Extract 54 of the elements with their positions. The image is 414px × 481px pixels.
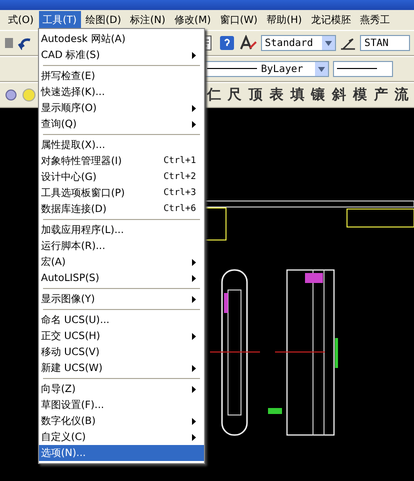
- menu-item[interactable]: 草图设置(F)...: [39, 397, 204, 413]
- tool-button[interactable]: 模: [351, 86, 368, 104]
- text-style-dropdown[interactable]: Standard: [260, 35, 336, 51]
- menu-item[interactable]: 对象特性管理器(I) Ctrl+1: [39, 153, 204, 169]
- menu-bar-item[interactable]: 工具(T): [38, 11, 81, 29]
- menu-bar-item[interactable]: 帮助(H): [262, 11, 306, 29]
- menu-item[interactable]: 显示顺序(O): [39, 100, 204, 116]
- menu-item[interactable]: 命名 UCS(U)...: [39, 312, 204, 328]
- menu-item[interactable]: 工具选项板窗口(P) Ctrl+3: [39, 185, 204, 201]
- menu-item[interactable]: 数字化仪(B): [39, 413, 204, 429]
- shortcut-text: Ctrl+1: [163, 156, 196, 166]
- menu-bar-item[interactable]: 龙记模胚: [306, 11, 355, 29]
- tool-button[interactable]: 流: [393, 86, 410, 104]
- menu-item[interactable]: 运行脚本(R)...: [39, 238, 204, 254]
- menu-bar-item[interactable]: 燕秀工: [356, 11, 394, 29]
- menu-item[interactable]: 查询(Q): [39, 116, 204, 132]
- menu-item[interactable]: 选项(N)...: [39, 445, 204, 461]
- menu-item[interactable]: 快速选择(K)...: [39, 84, 204, 100]
- menu-bar-item[interactable]: 窗口(W): [216, 11, 262, 29]
- menu-item[interactable]: CAD 标准(S): [39, 47, 204, 63]
- menu-item[interactable]: 正交 UCS(H): [39, 328, 204, 344]
- text-style-value: Standard: [264, 38, 314, 48]
- shortcut-text: Ctrl+2: [163, 172, 196, 182]
- tool-button[interactable]: 填: [288, 86, 306, 104]
- linetype-value: ByLayer: [261, 64, 304, 74]
- menu-item[interactable]: 向导(Z): [39, 381, 204, 397]
- shortcut-text: Ctrl+6: [163, 204, 196, 214]
- menu-item[interactable]: 显示图像(Y): [39, 291, 204, 307]
- menu-item[interactable]: 设计中心(G) Ctrl+2: [39, 169, 204, 185]
- menu-bar-item[interactable]: 修改(M): [170, 11, 215, 29]
- menu-item[interactable]: Autodesk 网站(A): [39, 31, 204, 47]
- menu-item[interactable]: 拼写检查(E): [39, 68, 204, 84]
- menu-item[interactable]: 加载应用程序(L)...: [39, 222, 204, 238]
- menu-bar-item[interactable]: 绘图(D): [82, 11, 126, 29]
- tool-button[interactable]: 斜: [330, 86, 348, 104]
- linetype-dropdown[interactable]: ByLayer: [203, 61, 329, 77]
- menu-bar-item[interactable]: 标注(N): [126, 11, 170, 29]
- dimension-style-dropdown[interactable]: STAN: [360, 35, 410, 51]
- menu-item[interactable]: 移动 UCS(V): [39, 344, 204, 360]
- menu-bar-item[interactable]: 式(O): [4, 11, 38, 29]
- tool-button[interactable]: 尺: [226, 86, 244, 104]
- tool-button[interactable]: 表: [268, 86, 285, 104]
- dimension-style-value: STAN: [364, 38, 389, 48]
- menu-item[interactable]: 新建 UCS(W): [39, 360, 204, 376]
- menu-item[interactable]: 数据库连接(D) Ctrl+6: [39, 201, 204, 217]
- tool-button[interactable]: 顶: [247, 86, 264, 104]
- tool-button[interactable]: 仁: [205, 86, 222, 104]
- shortcut-text: Ctrl+3: [163, 188, 196, 198]
- tool-button[interactable]: 镶: [310, 86, 327, 104]
- tool-button[interactable]: 产: [372, 86, 390, 104]
- menu-item[interactable]: 宏(A): [39, 254, 204, 270]
- menu-item[interactable]: 自定义(C): [39, 429, 204, 445]
- menu-item[interactable]: 属性提取(X)...: [39, 137, 204, 153]
- menu-item[interactable]: AutoLISP(S): [39, 270, 204, 286]
